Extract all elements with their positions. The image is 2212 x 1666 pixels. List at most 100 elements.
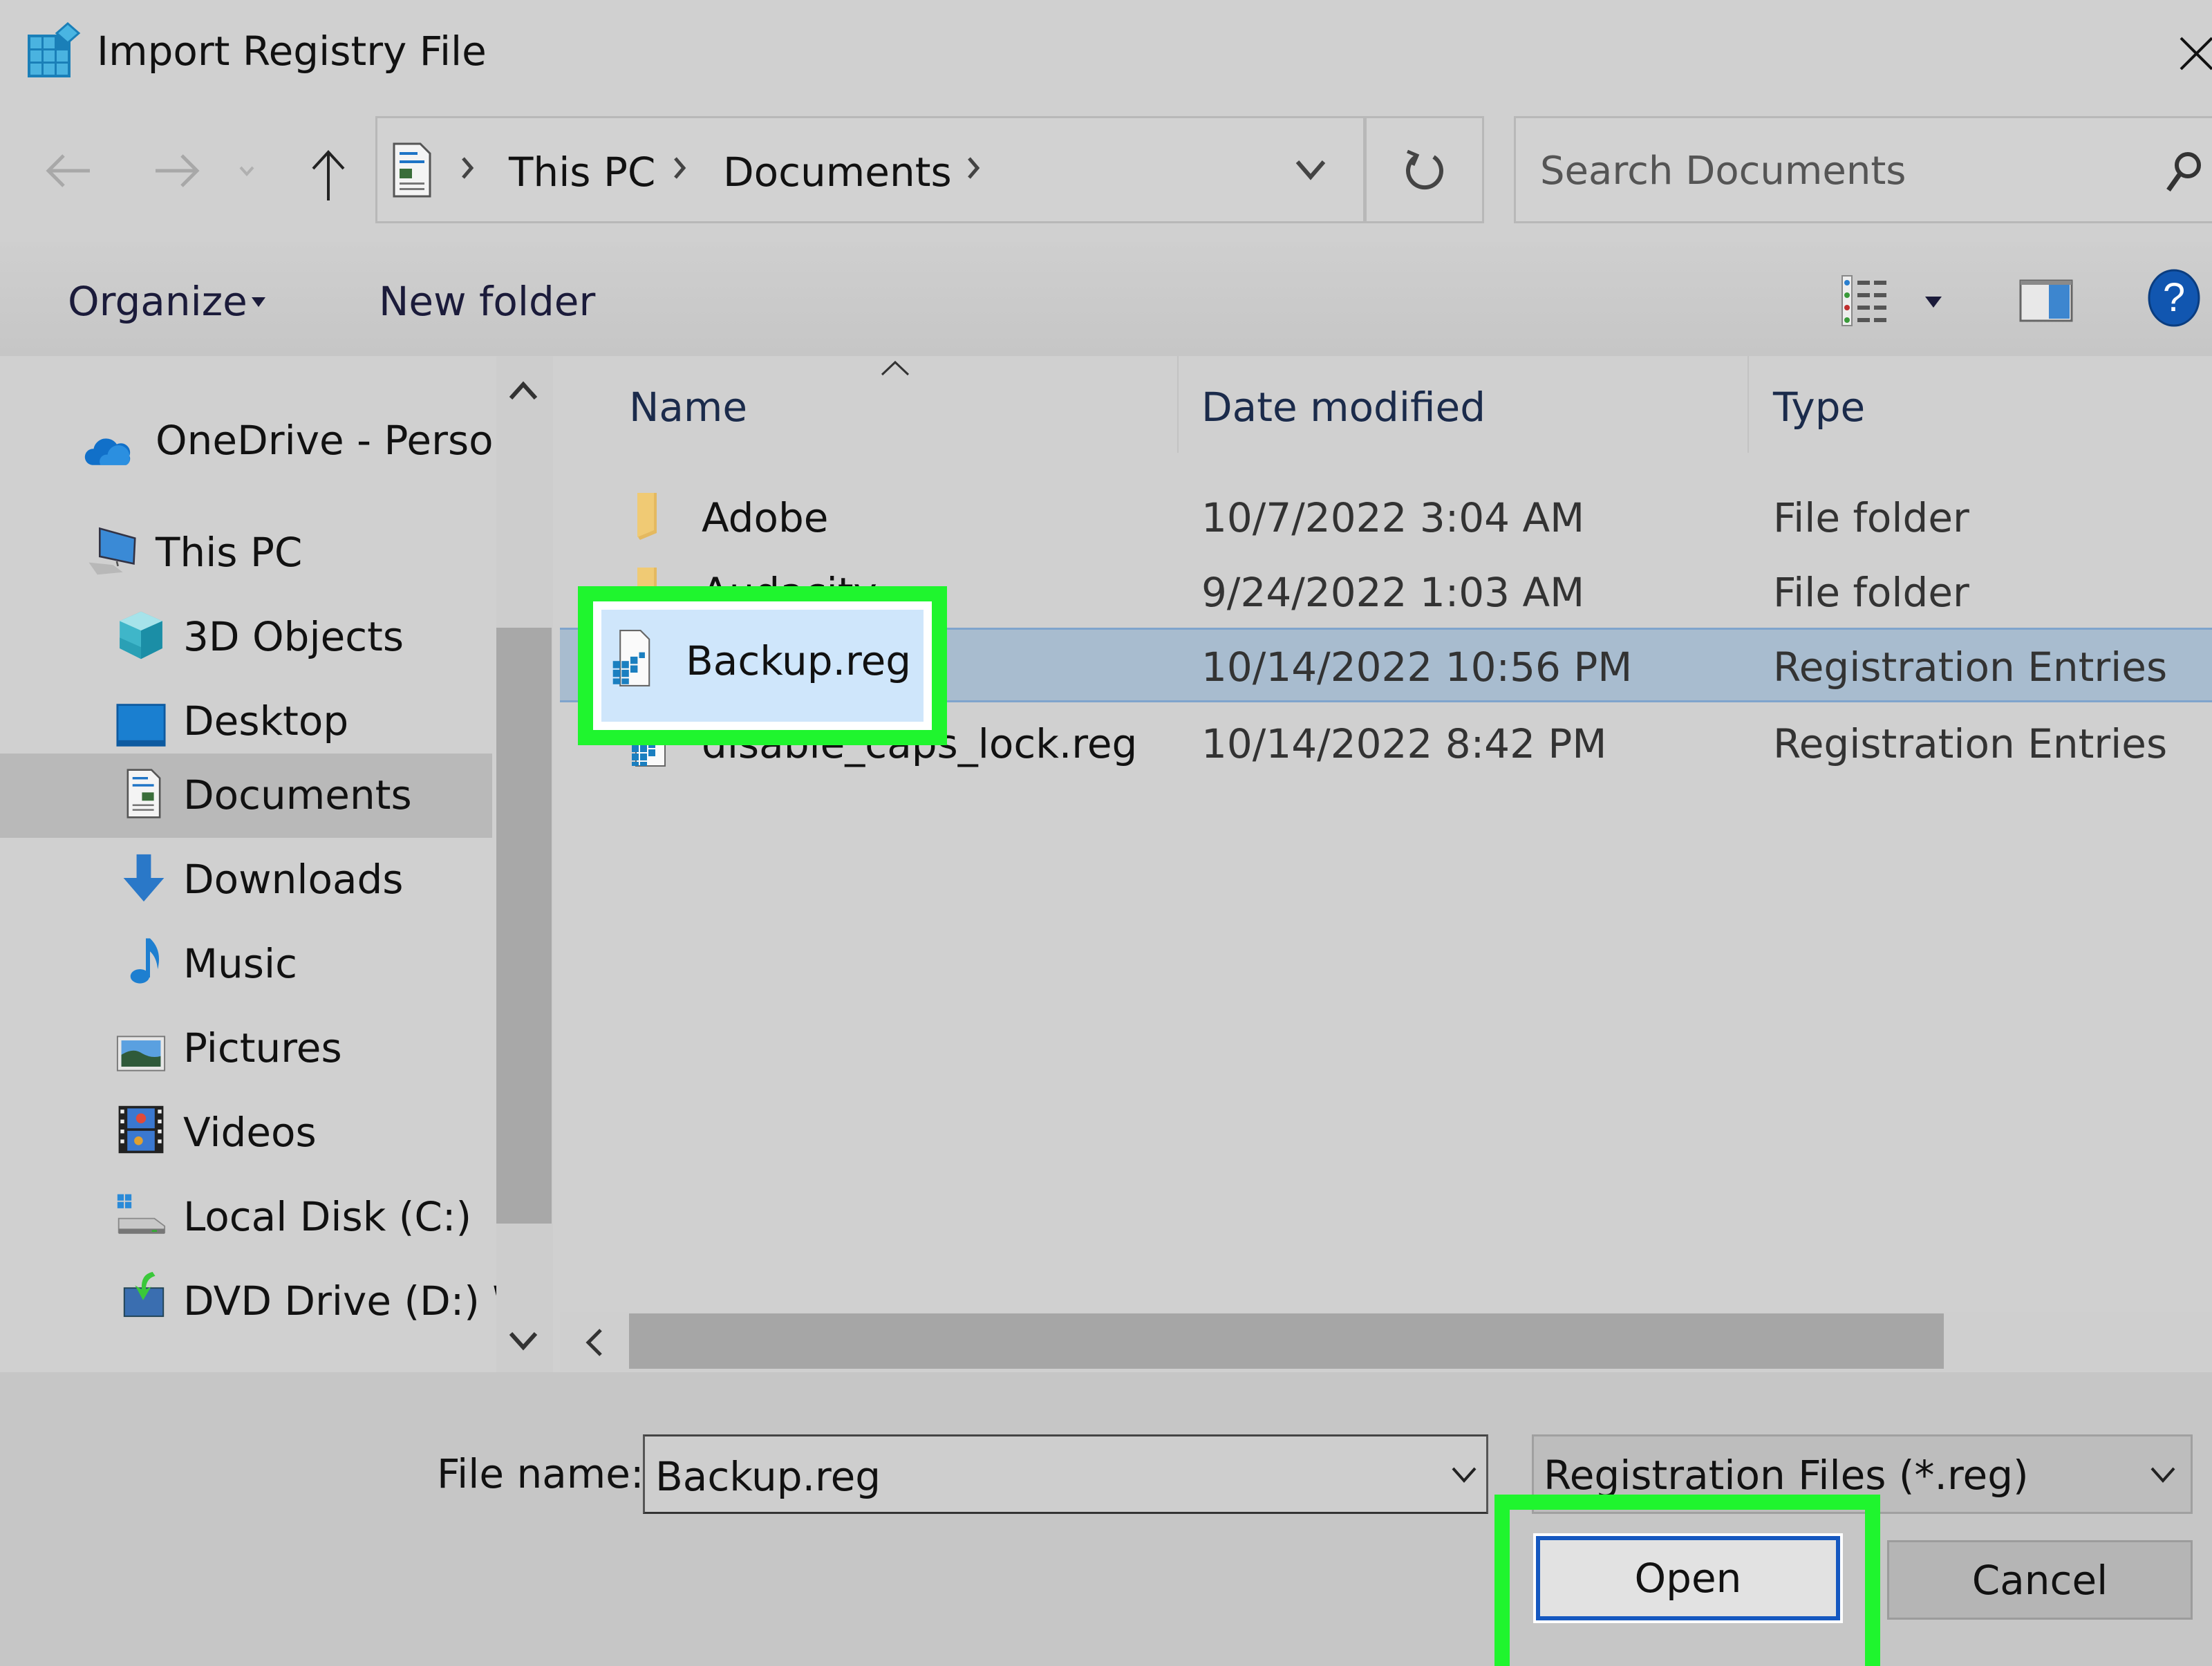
refresh-button[interactable] — [1365, 116, 1484, 223]
arrow-left-icon — [46, 154, 90, 187]
sidebar-item-documents[interactable]: Documents — [0, 754, 492, 838]
new-folder-button[interactable]: New folder — [373, 263, 596, 339]
sidebar-item-downloads[interactable]: Downloads — [0, 838, 492, 922]
svg-text:?: ? — [2163, 275, 2185, 320]
chevron-down-icon[interactable] — [1450, 1464, 1478, 1485]
sidebar-item-videos[interactable]: Videos — [0, 1091, 492, 1175]
file-date: 10/14/2022 10:56 PM — [1201, 644, 1633, 691]
breadcrumb-this-pc[interactable]: This PC — [509, 149, 655, 196]
sidebar-item-label: Videos — [183, 1109, 317, 1156]
column-header-date-modified[interactable]: Date modified — [1201, 384, 1485, 431]
sidebar-item-desktop[interactable]: Desktop — [0, 680, 492, 764]
sidebar-item-onedrive[interactable]: OneDrive - Person — [0, 399, 518, 483]
file-date: 10/14/2022 8:42 PM — [1201, 720, 1607, 767]
preview-pane-icon — [2019, 279, 2073, 322]
desktop-icon — [116, 704, 166, 747]
sidebar-item-this-pc[interactable]: This PC — [0, 511, 492, 595]
file-type-dropdown[interactable]: Registration Files (*.reg) — [1532, 1434, 2193, 1514]
sidebar-item-music[interactable]: Music — [0, 922, 492, 1007]
navigation-pane: OneDrive - Person This PC 3D Objects Des… — [0, 356, 553, 1372]
refresh-icon — [1405, 149, 1443, 189]
sidebar-item-label: This PC — [156, 529, 303, 576]
caret-down-icon — [1925, 297, 1942, 308]
file-type: File folder — [1773, 569, 1969, 616]
file-type: Registration Entries — [1773, 644, 2168, 691]
preview-pane-button[interactable] — [2018, 277, 2074, 325]
back-button[interactable] — [41, 143, 97, 198]
registry-file-icon — [612, 630, 650, 686]
recent-locations-button[interactable] — [229, 143, 264, 198]
computer-icon — [88, 527, 136, 575]
sidebar-item-3d-objects[interactable]: 3D Objects — [0, 595, 492, 680]
onedrive-cloud-icon — [84, 438, 131, 465]
sidebar-scrollbar-thumb[interactable] — [496, 628, 552, 1224]
scroll-left-icon[interactable] — [584, 1327, 605, 1358]
column-divider[interactable] — [1177, 356, 1179, 453]
new-folder-label: New folder — [379, 278, 596, 325]
arrow-right-icon — [156, 154, 200, 187]
file-name-label: File name: — [437, 1450, 644, 1497]
search-input[interactable]: Search Documents — [1514, 116, 2212, 223]
folder-icon — [637, 493, 657, 540]
help-icon: ? — [2148, 269, 2200, 327]
sidebar-item-dvd-drive[interactable]: DVD Drive (D:) W — [0, 1260, 532, 1344]
horizontal-scrollbar-thumb[interactable] — [629, 1313, 1944, 1369]
documents-icon — [393, 142, 431, 198]
dvd-drive-icon — [123, 1271, 165, 1318]
sidebar-item-label: DVD Drive (D:) W — [183, 1277, 532, 1325]
sidebar-item-label: Music — [183, 940, 298, 987]
close-icon — [2180, 37, 2212, 71]
scroll-up-icon[interactable] — [508, 380, 538, 401]
file-date: 10/7/2022 3:04 AM — [1201, 494, 1585, 541]
downloads-arrow-icon — [123, 854, 165, 902]
scroll-down-icon[interactable] — [508, 1331, 538, 1351]
file-row[interactable]: Adobe 10/7/2022 3:04 AM File folder — [560, 479, 2212, 554]
local-disk-icon — [117, 1194, 166, 1234]
music-note-icon — [130, 938, 160, 984]
file-name: Backup.reg — [686, 637, 912, 684]
sort-ascending-icon — [881, 360, 910, 376]
file-name: Adobe — [702, 494, 829, 541]
sidebar-item-label: Pictures — [183, 1024, 342, 1071]
breadcrumb-separator-icon — [462, 157, 474, 179]
address-bar[interactable]: This PC Documents — [375, 116, 1365, 223]
window-title: Import Registry File — [97, 28, 487, 75]
registry-editor-icon — [28, 22, 81, 77]
sidebar-item-label: Downloads — [183, 856, 404, 903]
search-icon — [2166, 152, 2201, 192]
address-dropdown-icon[interactable] — [1293, 156, 1328, 184]
organize-button[interactable]: Organize — [62, 263, 283, 339]
file-row-selected-name[interactable]: Backup.reg — [593, 601, 932, 730]
chevron-down-icon — [2150, 1467, 2175, 1484]
search-placeholder: Search Documents — [1540, 149, 1906, 194]
close-button[interactable] — [2171, 28, 2212, 76]
title-bar: Import Registry File — [0, 0, 2212, 111]
file-name-input[interactable]: Backup.reg — [643, 1434, 1488, 1514]
breadcrumb-separator-icon — [968, 157, 980, 179]
file-type: Registration Entries — [1773, 720, 2168, 767]
sidebar-item-local-disk[interactable]: Local Disk (C:) — [0, 1175, 492, 1260]
breadcrumb-documents[interactable]: Documents — [723, 149, 952, 196]
cancel-button[interactable]: Cancel — [1887, 1540, 2193, 1620]
up-button[interactable] — [301, 147, 356, 202]
column-header-name[interactable]: Name — [629, 384, 747, 431]
help-button[interactable]: ? — [2146, 268, 2202, 328]
organize-label: Organize — [68, 278, 247, 325]
sidebar-item-label: 3D Objects — [183, 613, 404, 660]
sidebar-item-label: Local Disk (C:) — [183, 1193, 472, 1240]
column-divider[interactable] — [1747, 356, 1749, 453]
sidebar-item-label: Desktop — [183, 698, 349, 745]
3d-objects-icon — [120, 611, 162, 659]
file-date: 9/24/2022 1:03 AM — [1201, 569, 1585, 616]
sidebar-item-pictures[interactable]: Pictures — [0, 1007, 492, 1091]
sidebar-item-label: Documents — [183, 771, 412, 818]
change-view-button[interactable] — [1835, 266, 1946, 335]
documents-icon — [126, 769, 161, 818]
breadcrumb-separator-icon — [674, 157, 686, 179]
open-button[interactable]: Open — [1533, 1533, 1843, 1623]
chevron-down-icon — [239, 166, 254, 176]
forward-button[interactable] — [149, 143, 204, 198]
caret-down-icon — [252, 297, 265, 307]
column-header-type[interactable]: Type — [1773, 384, 1865, 431]
videos-film-icon — [118, 1105, 164, 1154]
